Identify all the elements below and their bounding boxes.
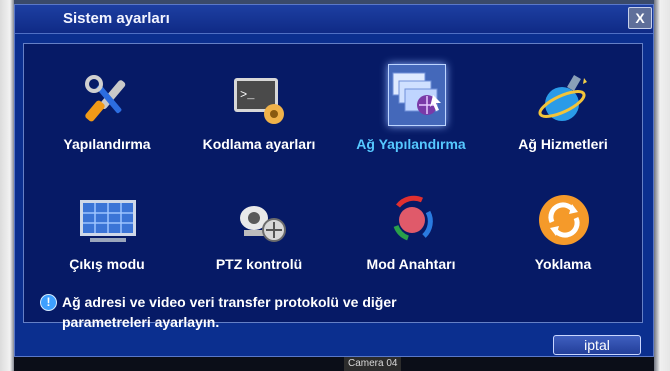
tile-network-services[interactable]: Ağ Hizmetleri — [488, 64, 638, 174]
tile-encoding-settings[interactable]: >_ Kodlama ayarları — [184, 64, 334, 174]
network-monitors-globe-icon — [388, 64, 446, 126]
camera-label: Camera 04 — [344, 357, 402, 371]
tile-label: Yapılandırma — [63, 136, 151, 152]
title-bar: Sistem ayarları X — [15, 5, 653, 34]
ptz-camera-icon — [232, 192, 288, 248]
tile-label: Yoklama — [534, 256, 592, 272]
svg-text:>_: >_ — [240, 88, 255, 102]
info-line-1: Ağ adresi ve video veri transfer protoko… — [62, 294, 397, 310]
window-title: Sistem ayarları — [63, 10, 170, 27]
system-settings-dialog: Sistem ayarları X Yapılandırma >_ Kodlam… — [14, 4, 654, 357]
refresh-cycle-icon — [536, 192, 592, 248]
tile-label: Kodlama ayarları — [202, 136, 316, 152]
tile-polling[interactable]: Yoklama — [488, 184, 638, 294]
tile-label: Ağ Hizmetleri — [518, 136, 608, 152]
tile-label: Ağ Yapılandırma — [356, 136, 466, 152]
terminal-gear-icon: >_ — [232, 72, 288, 128]
tile-output-mode[interactable]: Çıkış modu — [32, 184, 182, 294]
settings-panel: Yapılandırma >_ Kodlama ayarları Ağ Yapı… — [23, 43, 643, 330]
background-osd-bottom: Camera 04 — [14, 357, 654, 371]
close-button[interactable]: X — [628, 7, 652, 29]
info-icon: ! — [40, 294, 57, 311]
tile-configuration[interactable]: Yapılandırma — [32, 64, 182, 174]
tile-ptz-control[interactable]: PTZ kontrolü — [184, 184, 334, 294]
wrench-screwdriver-icon — [80, 72, 136, 128]
info-line-2: parametreleri ayarlayın. — [62, 314, 220, 330]
tile-network-configuration[interactable]: Ağ Yapılandırma — [336, 64, 486, 174]
mode-switch-icon — [384, 192, 440, 248]
tile-mode-switch[interactable]: Mod Anahtarı — [336, 184, 486, 294]
info-text: Ağ adresi ve video veri transfer protoko… — [62, 292, 622, 332]
tile-label: PTZ kontrolü — [215, 256, 303, 272]
grid-monitor-icon — [80, 192, 136, 248]
tile-label: Çıkış modu — [69, 256, 145, 272]
globe-satellite-icon — [536, 72, 592, 128]
cancel-button[interactable]: iptal — [553, 335, 641, 355]
tile-label: Mod Anahtarı — [366, 256, 456, 272]
